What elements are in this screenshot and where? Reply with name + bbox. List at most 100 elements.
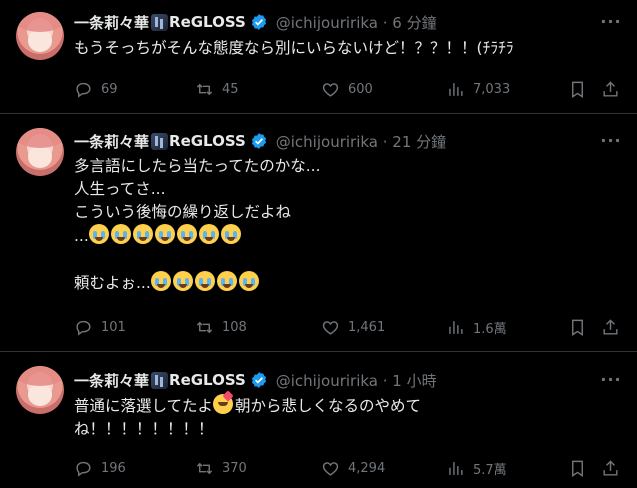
like-icon — [322, 82, 339, 97]
author-brand[interactable]: ReGLOSS — [169, 13, 246, 31]
views-icon — [449, 82, 463, 96]
tweet-actions: 196 370 4,294 5.7萬 — [74, 458, 622, 478]
verified-icon — [251, 133, 266, 149]
repost-button[interactable]: 45 — [195, 79, 239, 99]
share-icon — [603, 80, 618, 97]
like-icon — [322, 461, 339, 476]
tweet-text-blank-line — [74, 248, 622, 271]
name-emoji-icon — [151, 13, 169, 31]
tweet-text-fragment: 朝から悲しくなるのやめて — [235, 397, 422, 415]
bookmark-button[interactable] — [568, 79, 587, 99]
tweet-header: 一条莉々華 ReGLOSS @ichijouririka · 21 分鐘 — [74, 130, 446, 152]
like-button[interactable]: 600 — [321, 79, 373, 99]
crying-face-emoji — [154, 224, 175, 244]
share-button[interactable] — [601, 458, 620, 478]
like-button[interactable]: 4,294 — [321, 458, 385, 478]
tweet-text-line: 普通に落選してたよ 朝から悲しくなるのやめて — [74, 394, 622, 418]
share-button[interactable] — [601, 79, 620, 99]
tweet-text-fragment: 普通に落選してたよ — [74, 397, 214, 415]
author-brand[interactable]: ReGLOSS — [169, 371, 246, 389]
share-icon — [603, 318, 618, 335]
avatar[interactable] — [16, 128, 64, 176]
verified-icon — [251, 372, 266, 388]
repost-icon — [196, 462, 213, 474]
like-count: 1,461 — [348, 319, 386, 335]
share-button[interactable] — [601, 317, 620, 337]
like-button[interactable]: 1,461 — [321, 317, 385, 337]
author-brand[interactable]: ReGLOSS — [169, 132, 246, 150]
crying-face-emoji — [216, 271, 237, 291]
tweet-text-line: もうそっちがそんな態度なら別にいらないけど！？？！！(ﾁﾗﾁﾗ — [74, 39, 514, 57]
repost-icon — [196, 321, 213, 333]
bookmark-icon — [572, 319, 583, 336]
verified-icon — [251, 14, 266, 30]
handle-and-time[interactable]: @ichijouririka · 1 小時 — [276, 370, 437, 391]
repost-count: 45 — [222, 81, 239, 97]
crying-face-emoji — [150, 271, 171, 291]
reply-icon — [76, 320, 91, 336]
tweet[interactable]: 一条莉々華 ReGLOSS @ichijouririka · 21 分鐘 ···… — [0, 114, 637, 351]
avatar[interactable] — [16, 12, 64, 60]
tweet-actions: 101 108 1,461 1.6萬 — [74, 317, 622, 337]
views-icon — [449, 461, 463, 475]
crying-face-emoji — [198, 224, 219, 244]
tweet-text: 普通に落選してたよ 朝から悲しくなるのやめて ね！！！！！！！！ — [74, 394, 622, 441]
tweet-text-line: こういう後悔の繰り返しだよね — [74, 203, 292, 221]
share-icon — [603, 459, 618, 476]
reply-count: 101 — [101, 319, 126, 335]
crying-face-emoji — [220, 224, 241, 244]
more-icon[interactable]: ··· — [599, 370, 623, 390]
repost-button[interactable]: 108 — [195, 317, 247, 337]
views-count: 1.6萬 — [473, 321, 507, 337]
views-button[interactable]: 1.6萬 — [446, 317, 507, 337]
reply-button[interactable]: 69 — [74, 79, 118, 99]
author-name[interactable]: 一条莉々華 — [74, 12, 149, 33]
name-emoji-icon — [151, 371, 169, 389]
tweet-text-line: 多言語にしたら当たってたのかな... — [74, 157, 321, 175]
views-button[interactable]: 5.7萬 — [446, 458, 507, 478]
smiling-face-with-hearts-emoji — [213, 394, 234, 414]
views-button[interactable]: 7,033 — [446, 79, 510, 99]
author-name[interactable]: 一条莉々華 — [74, 370, 149, 391]
reply-icon — [76, 82, 91, 98]
author-name[interactable]: 一条莉々華 — [74, 131, 149, 152]
repost-button[interactable]: 370 — [195, 458, 247, 478]
views-icon — [449, 320, 463, 334]
crying-face-emoji — [110, 224, 131, 244]
handle-and-time[interactable]: @ichijouririka · 6 分鐘 — [276, 12, 437, 33]
more-icon[interactable]: ··· — [599, 12, 623, 32]
crying-face-emoji — [176, 224, 197, 244]
crying-face-emoji — [172, 271, 193, 291]
tweet-actions: 69 45 600 7,033 — [74, 79, 622, 99]
tweet-text-fragment: ... — [74, 227, 89, 245]
reply-button[interactable]: 196 — [74, 458, 126, 478]
reply-button[interactable]: 101 — [74, 317, 126, 337]
tweet-text-line: ね！！！！！！！！ — [74, 420, 214, 438]
tweet-text: 多言語にしたら当たってたのかな... 人生ってさ... こういう後悔の繰り返しだ… — [74, 155, 622, 295]
tweet[interactable]: 一条莉々華 ReGLOSS @ichijouririka · 1 小時 ··· … — [0, 352, 637, 488]
views-count: 5.7萬 — [473, 462, 507, 478]
avatar[interactable] — [16, 366, 64, 414]
handle-and-time[interactable]: @ichijouririka · 21 分鐘 — [276, 131, 446, 152]
bookmark-button[interactable] — [568, 317, 587, 337]
bookmark-icon — [572, 81, 583, 98]
crying-face-emoji — [194, 271, 215, 291]
reply-count: 196 — [101, 460, 126, 476]
crying-face-emoji — [88, 224, 109, 244]
tweet-text-line: 人生ってさ... — [74, 180, 166, 198]
crying-face-emoji — [238, 271, 259, 291]
tweet[interactable]: 一条莉々華 ReGLOSS @ichijouririka · 6 分鐘 ··· … — [0, 0, 637, 113]
bookmark-icon — [572, 460, 583, 477]
reply-icon — [76, 461, 91, 477]
repost-count: 370 — [222, 460, 247, 476]
more-icon[interactable]: ··· — [599, 131, 623, 151]
repost-icon — [196, 83, 213, 95]
tweet-header: 一条莉々華 ReGLOSS @ichijouririka · 6 分鐘 — [74, 11, 437, 33]
views-count: 7,033 — [473, 81, 511, 97]
like-count: 600 — [348, 81, 373, 97]
tweet-text-line: ... — [74, 224, 622, 248]
like-count: 4,294 — [348, 460, 386, 476]
bookmark-button[interactable] — [568, 458, 587, 478]
crying-face-emoji — [132, 224, 153, 244]
tweet-text-fragment: 頼むよぉ... — [74, 274, 151, 292]
